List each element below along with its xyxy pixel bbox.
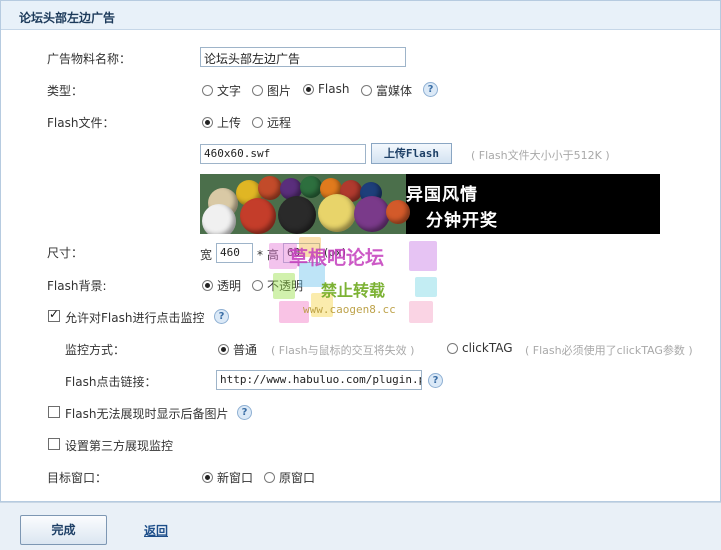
click-monitor-help-icon[interactable]: ? <box>214 309 229 324</box>
type-help-icon[interactable]: ? <box>423 82 438 97</box>
ad-name-input[interactable]: 论坛头部左边广告 <box>200 47 406 67</box>
type-radio-flash-label: Flash <box>318 82 350 96</box>
mode-normal-hint: ( Flash与鼠标的交互将失效 ) <box>271 344 415 357</box>
mode-radio-clicktag-label: clickTAG <box>462 341 513 355</box>
file-radio-upload[interactable]: 上传 <box>202 114 241 131</box>
flash-link-help-icon[interactable]: ? <box>428 373 443 388</box>
file-size-hint: ( Flash文件大小小于512K ) <box>471 149 610 162</box>
done-button[interactable]: 完成 <box>20 515 107 545</box>
size-label: 尺寸： <box>47 246 84 260</box>
watermark-line-2: 禁止转载 <box>321 281 386 300</box>
name-label: 广告物料名称： <box>47 52 132 66</box>
billiard-ball <box>278 196 316 234</box>
mode-radio-normal[interactable]: 普通 <box>218 341 257 358</box>
type-radio-text[interactable]: 文字 <box>202 82 241 99</box>
watermark-line-3: www.caogen8.cc <box>303 303 396 316</box>
panel-header: 论坛头部左边广告 <box>1 1 720 30</box>
flash-bg-label: Flash背景: <box>47 279 107 293</box>
bg-radio-opaque[interactable]: 不透明 <box>252 277 303 294</box>
billiard-ball <box>258 176 282 200</box>
click-monitor-label: 允许对Flash进行点击监控 <box>65 311 205 325</box>
type-radio-rich-media-label: 富媒体 <box>376 84 413 98</box>
banner-text-1: 异国风情 <box>406 185 478 205</box>
back-link[interactable]: 返回 <box>144 522 168 539</box>
width-input[interactable]: 460 <box>216 243 253 263</box>
billiard-balls-image <box>200 174 410 234</box>
click-monitor-checkbox[interactable] <box>48 307 60 322</box>
panel-title: 论坛头部左边广告 <box>19 11 116 25</box>
target-radio-new[interactable]: 新窗口 <box>202 469 253 486</box>
type-radio-flash[interactable]: Flash <box>303 82 349 96</box>
billiard-ball <box>300 176 322 198</box>
type-radio-image-label: 图片 <box>267 84 292 98</box>
target-window-label: 目标窗口： <box>47 471 108 485</box>
width-label: 宽 <box>200 248 213 262</box>
backup-image-label: Flash无法展现时显示后备图片 <box>65 407 229 421</box>
mode-radio-normal-label: 普通 <box>233 343 258 357</box>
third-party-checkbox[interactable] <box>48 438 60 450</box>
backup-image-checkbox[interactable] <box>48 406 60 418</box>
type-label: 类型： <box>47 84 84 98</box>
upload-flash-button[interactable]: 上传Flash <box>371 143 452 164</box>
file-radio-upload-label: 上传 <box>217 116 242 130</box>
billiard-ball <box>318 194 356 232</box>
monitor-mode-label: 监控方式： <box>65 343 126 357</box>
bg-radio-opaque-label: 不透明 <box>267 279 304 293</box>
type-radio-rich-media[interactable]: 富媒体 <box>361 82 412 99</box>
file-radio-remote[interactable]: 远程 <box>252 114 291 131</box>
size-unit: (px) <box>324 246 347 259</box>
billiard-ball <box>354 196 390 232</box>
target-radio-new-label: 新窗口 <box>217 471 254 485</box>
file-radio-remote-label: 远程 <box>267 116 292 130</box>
flash-link-input[interactable]: http://www.habuluo.com/plugin.php? <box>216 370 422 390</box>
type-radio-image[interactable]: 图片 <box>252 82 291 99</box>
billiard-ball <box>240 198 276 234</box>
bg-radio-transparent[interactable]: 透明 <box>202 277 241 294</box>
bg-radio-transparent-label: 透明 <box>217 279 242 293</box>
form-footer: 完成 返回 <box>0 502 721 550</box>
flash-file-label: Flash文件： <box>47 116 115 130</box>
flash-file-input[interactable]: 460x60.swf <box>200 144 366 164</box>
ad-material-panel: 论坛头部左边广告 广告物料名称： 论坛头部左边广告 类型： 文字 图片 Flas… <box>0 0 721 502</box>
target-radio-same-label: 原窗口 <box>279 471 316 485</box>
height-input[interactable]: 60 <box>283 243 320 263</box>
flash-preview-banner: 异国风情 分钟开奖 <box>200 174 660 234</box>
mode-radio-clicktag[interactable]: clickTAG <box>447 341 513 355</box>
third-party-label: 设置第三方展现监控 <box>65 439 174 453</box>
backup-image-help-icon[interactable]: ? <box>237 405 252 420</box>
billiard-ball <box>202 204 236 234</box>
target-radio-same[interactable]: 原窗口 <box>264 469 315 486</box>
flash-link-label: Flash点击链接： <box>65 375 157 389</box>
height-label: * 高 <box>257 248 279 262</box>
banner-text-2: 分钟开奖 <box>426 211 498 231</box>
mode-clicktag-hint: ( Flash必须使用了clickTAG参数 ) <box>525 344 693 357</box>
type-radio-text-label: 文字 <box>217 84 242 98</box>
